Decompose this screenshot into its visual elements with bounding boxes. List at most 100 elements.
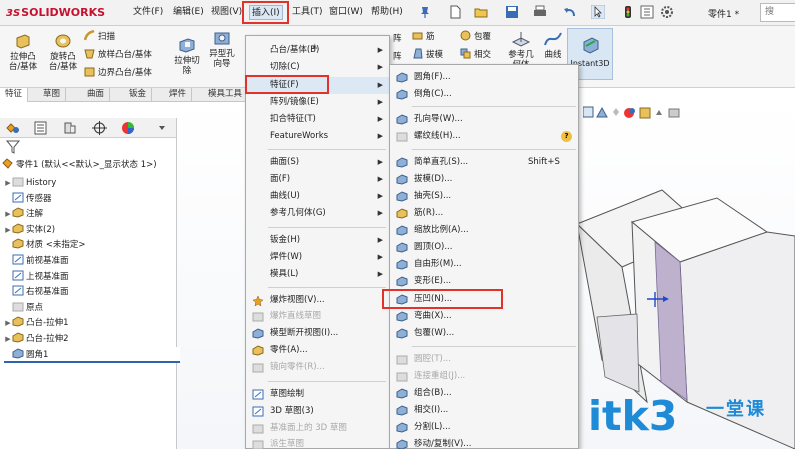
pattern-button-2[interactable]: 阵 (393, 50, 402, 64)
features-menu-item-1[interactable]: 倒角(C)... (390, 86, 578, 103)
tree-item-7[interactable]: 右视基准面 (4, 284, 69, 300)
features-menu-item-11[interactable]: 变形(E)... (390, 273, 578, 290)
features-menu-item-13[interactable]: 弯曲(X)... (390, 308, 578, 325)
insert-menu-item-10[interactable]: 钣金(H) ▶ (246, 232, 389, 249)
insert-menu-item-16[interactable]: 零件(A)... (246, 342, 389, 359)
insert-menu-item-19[interactable]: 3D 草图(3) (246, 403, 389, 420)
tree-item-10[interactable]: ▶ 凸台-拉伸2 (4, 331, 68, 347)
insert-menu-item-4[interactable]: 扣合特征(T) ▶ (246, 111, 389, 128)
features-menu-item-20[interactable]: 移动/复制(V)... (390, 436, 578, 449)
tab-features[interactable]: 特征 (0, 88, 29, 102)
features-menu-item-4[interactable]: 简单直孔(S)... Shift+S (390, 154, 578, 171)
tab-sheet-metal[interactable]: 钣金 (124, 88, 153, 102)
tree-item-6[interactable]: 上视基准面 (4, 269, 69, 285)
features-menu-item-19[interactable]: 分割(L)... (390, 419, 578, 436)
insert-menu-item-12[interactable]: 模具(L) ▶ (246, 266, 389, 283)
insert-menu-item-3[interactable]: 阵列/镜像(E) ▶ (246, 94, 389, 111)
tab-weldments[interactable]: 焊件 (164, 88, 193, 102)
expand-panel-icon[interactable] (157, 123, 172, 137)
extrude-cut-button[interactable]: 拉伸切 除 (170, 36, 204, 76)
display-manager-icon[interactable] (121, 121, 136, 135)
boundary-boss-button[interactable]: 边界凸台/基体 (84, 66, 152, 80)
tree-item-2[interactable]: ▶ 注解 (4, 206, 43, 222)
menu-help[interactable]: 帮助(H) (369, 5, 405, 20)
tab-surfaces[interactable]: 曲面 (82, 88, 111, 102)
loft-boss-button[interactable]: 放样凸台/基体 (84, 48, 152, 62)
expand-arrow-icon[interactable]: ▶ (4, 331, 12, 347)
curves-button[interactable]: 曲线 (540, 30, 566, 60)
expand-arrow-icon[interactable]: ▶ (4, 206, 12, 222)
insert-menu-item-15[interactable]: 模型断开视图(I)... (246, 325, 389, 342)
insert-menu-item-label: 零件(A)... (270, 345, 308, 355)
search-input[interactable]: 搜 (760, 3, 795, 22)
insert-menu-item-9[interactable]: 参考几何体(G) ▶ (246, 205, 389, 222)
open-folder-icon[interactable] (474, 5, 488, 19)
save-icon[interactable] (505, 5, 519, 19)
hole-wizard-button[interactable]: 异型孔 向导 (205, 29, 239, 69)
features-menu-item-6[interactable]: 抽壳(S)... (390, 188, 578, 205)
new-document-icon[interactable] (448, 5, 462, 19)
tree-item-1[interactable]: 传感器 (4, 191, 52, 207)
tree-item-3[interactable]: ▶ 实体(2) (4, 222, 55, 238)
wrap-button[interactable]: 包覆 (460, 30, 491, 44)
expand-arrow-icon[interactable]: ▶ (4, 175, 12, 191)
rebuild-icon[interactable] (640, 5, 654, 19)
features-menu-item-2[interactable]: 孔向导(W)... (390, 111, 578, 128)
extrude-boss-button[interactable]: 拉伸凸 台/基体 (4, 32, 42, 72)
menu-edit[interactable]: 编辑(E) (171, 5, 206, 20)
tree-item-9[interactable]: ▶ 凸台-拉伸1 (4, 315, 68, 331)
tree-item-11[interactable]: 圆角1 (4, 346, 180, 363)
insert-menu-item-0[interactable]: 凸台/基体(B) ▶ (246, 42, 389, 59)
insert-menu-item-18[interactable]: 草图绘制 (246, 386, 389, 403)
revolve-boss-button[interactable]: 旋转凸 台/基体 (44, 32, 82, 72)
print-icon[interactable] (533, 5, 547, 19)
menu-view[interactable]: 视图(V) (209, 5, 244, 20)
rib-button[interactable]: 筋 (412, 30, 435, 44)
insert-menu-item-13[interactable]: 爆炸视图(V)... (246, 292, 389, 309)
help-icon[interactable]: ? (561, 131, 572, 142)
features-menu-item-9[interactable]: 圆顶(O)... (390, 239, 578, 256)
options-gear-icon[interactable] (660, 5, 674, 19)
features-menu-item-18[interactable]: 相交(I)... (390, 402, 578, 419)
property-manager-icon[interactable] (33, 121, 48, 135)
expand-arrow-icon[interactable]: ▶ (4, 315, 12, 331)
insert-menu-item-8[interactable]: 曲线(U) ▶ (246, 188, 389, 205)
tree-item-0[interactable]: ▶ History (4, 175, 56, 191)
expand-arrow-icon[interactable]: ▶ (4, 222, 12, 238)
configuration-manager-icon[interactable] (62, 121, 77, 135)
menu-file[interactable]: 文件(F) (131, 5, 165, 20)
select-cursor-icon[interactable] (590, 4, 606, 20)
tree-item-4[interactable]: 材质 <未指定> (4, 237, 85, 253)
undo-icon[interactable] (563, 5, 577, 19)
tab-mold-tools[interactable]: 模具工具 (203, 88, 249, 102)
features-menu-item-3[interactable]: 螺纹线(H)...? (390, 128, 578, 145)
draft-button[interactable]: 拔模 (412, 48, 443, 62)
menu-tools[interactable]: 工具(T) (290, 5, 325, 20)
intersect-button[interactable]: 相交 (460, 48, 491, 62)
features-menu-item-7[interactable]: 筋(R)... (390, 205, 578, 222)
sweep-button[interactable]: 扫描 (83, 29, 115, 44)
pattern-button[interactable]: 阵 (393, 32, 402, 46)
insert-menu-item-6[interactable]: 曲面(S) ▶ (246, 154, 389, 171)
insert-menu-item-1[interactable]: 切除(C) ▶ (246, 59, 389, 76)
features-menu-item-8[interactable]: 缩放比例(A)... (390, 222, 578, 239)
panel-divider[interactable] (176, 118, 177, 449)
features-menu-item-0[interactable]: 圆角(F)... (390, 69, 578, 86)
tree-item-5[interactable]: 前视基准面 (4, 253, 69, 269)
tree-item-8[interactable]: 原点 (4, 300, 43, 316)
insert-menu-item-11[interactable]: 焊件(W) ▶ (246, 249, 389, 266)
features-menu-item-17[interactable]: 组合(B)... (390, 385, 578, 402)
tab-sketch[interactable]: 草图 (38, 88, 67, 102)
traffic-light-icon[interactable] (621, 5, 635, 19)
pin-icon[interactable] (418, 5, 432, 19)
feature-manager-tree-icon[interactable] (5, 121, 20, 135)
menu-window[interactable]: 窗口(W) (327, 5, 365, 20)
filter-icon[interactable] (6, 140, 20, 154)
insert-menu-item-7[interactable]: 面(F) ▶ (246, 171, 389, 188)
features-menu-item-14[interactable]: 包覆(W)... (390, 325, 578, 342)
features-menu-item-5[interactable]: 拔模(D)... (390, 171, 578, 188)
dimxpert-manager-icon[interactable] (92, 121, 107, 135)
insert-menu-item-5[interactable]: FeatureWorks ▶ (246, 128, 389, 145)
features-menu-item-10[interactable]: 自由形(M)... (390, 256, 578, 273)
tree-root-part[interactable]: 零件1 (默认<<默认>_显示状态 1>) (2, 157, 157, 173)
